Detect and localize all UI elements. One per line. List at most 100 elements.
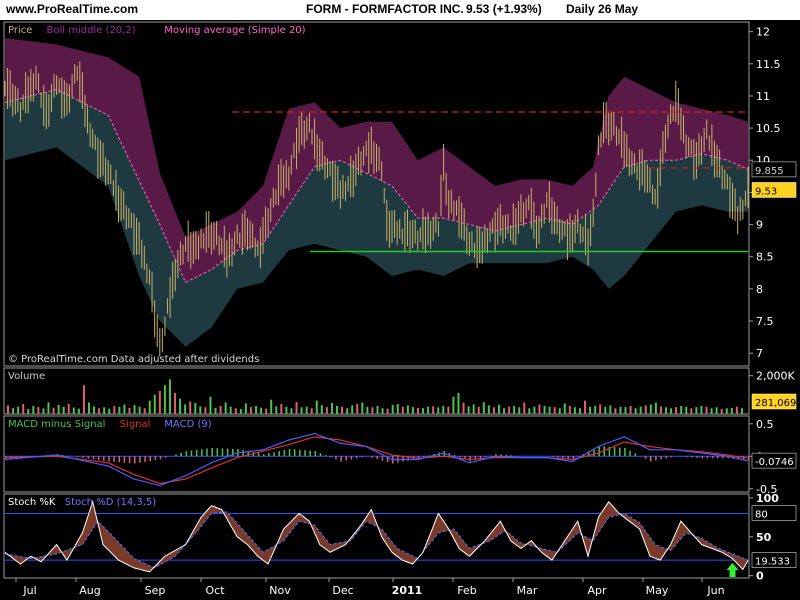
volume-bar: [336, 405, 339, 414]
macd-histogram-bar: [195, 449, 198, 457]
volume-bar: [609, 405, 612, 414]
volume-bar: [503, 408, 506, 414]
volume-bar: [482, 402, 485, 414]
macd-last-value: -0.0746: [755, 457, 794, 468]
volume-bar: [578, 408, 581, 414]
price-change: 9.53 (+1.93%): [466, 2, 542, 16]
macd-histogram-bar: [598, 445, 600, 457]
macd-histogram-bar: [159, 456, 162, 460]
macd-histogram-bar: [624, 447, 626, 457]
volume-legend-0: Volume: [8, 371, 45, 382]
price-ytick-label: 12: [756, 26, 770, 39]
volume-bars: [7, 379, 743, 414]
macd-histogram-bar: [164, 456, 167, 458]
volume-bar: [42, 408, 45, 414]
macd-histogram-bar: [309, 450, 311, 457]
macd-ytick-label: 0.5: [756, 418, 774, 431]
volume-bar: [204, 407, 207, 414]
macd-histogram-bar: [711, 456, 714, 459]
volume-bar: [594, 405, 597, 414]
x-axis-label: Dec: [332, 584, 353, 597]
volume-bar: [133, 405, 136, 414]
macd-histogram-bar: [293, 449, 296, 457]
volume-bar: [386, 408, 389, 414]
volume-bar: [57, 404, 60, 414]
volume-bar: [396, 404, 399, 414]
volume-bar: [103, 407, 106, 414]
last-price-label: 9.53: [755, 186, 777, 197]
volume-bar: [67, 404, 70, 414]
macd-histogram-bar: [355, 456, 358, 459]
volume-bar: [447, 406, 450, 414]
volume-bar: [406, 405, 409, 414]
title-bar: www.ProRealTime.com FORM - FORMFACTOR IN…: [0, 0, 800, 20]
volume-bar: [32, 405, 35, 414]
volume-bar: [77, 408, 80, 414]
volume-bar: [710, 408, 713, 414]
volume-bar: [224, 402, 227, 414]
volume-bar: [730, 407, 733, 414]
macd-histogram-bar: [706, 456, 709, 459]
macd-histogram-bar: [288, 448, 291, 457]
macd-histogram-bar: [510, 455, 513, 457]
macd-histogram-bar: [133, 456, 136, 464]
macd-histogram-bar: [175, 454, 177, 457]
macd-histogram-bar: [304, 450, 306, 457]
watermark: © ProRealTime.com Data adjusted after di…: [8, 354, 259, 365]
volume-bar: [37, 407, 40, 414]
volume-bar: [123, 404, 126, 414]
macd-histogram-bar: [490, 455, 492, 457]
chart-canvas[interactable]: 1211.51110.5109.598.587.579.8559.53Price…: [0, 20, 800, 600]
macd-histogram-bar: [330, 456, 332, 458]
volume-bar: [7, 405, 9, 414]
volume-bar: [492, 407, 495, 414]
volume-bar: [229, 406, 232, 414]
macd-histogram-bar: [644, 456, 647, 459]
macd-histogram-bar: [634, 453, 636, 457]
site-name[interactable]: www.ProRealTime.com: [6, 2, 138, 16]
volume-bar: [690, 408, 693, 414]
stoch-ytick-label: 0: [756, 570, 764, 583]
macd-histogram-bar: [319, 453, 322, 457]
stoch-d-line: [4, 511, 749, 569]
volume-bar: [47, 402, 50, 414]
macd-histogram-bar: [123, 456, 126, 463]
stoch-ytick-label: 100: [756, 492, 779, 505]
volume-bar: [22, 404, 25, 414]
volume-bar: [432, 406, 435, 414]
macd-histogram-bar: [459, 456, 461, 458]
macd-histogram-bar: [670, 456, 673, 458]
price-ytick-label: 10.5: [756, 122, 781, 135]
macd-histogram-bar: [629, 450, 631, 457]
x-axis-label: Jun: [706, 584, 724, 597]
volume-bar: [310, 408, 313, 414]
macd-histogram-bar: [350, 456, 353, 460]
stoch-legend-1: Stoch %D (14,3,5): [65, 497, 156, 508]
volume-bar: [477, 406, 480, 414]
volume-bar: [143, 408, 146, 414]
volume-bar: [624, 407, 627, 414]
volume-bar: [255, 405, 258, 414]
price-ytick-label: 7.5: [756, 315, 774, 328]
x-axis-label: Sep: [145, 584, 166, 597]
volume-bar: [72, 407, 75, 414]
volume-bar: [315, 400, 318, 414]
price-ytick-label: 7: [756, 347, 763, 360]
macd-histogram-bar: [484, 456, 487, 458]
macd-histogram-bar: [649, 456, 652, 462]
macd-histogram-bar: [87, 456, 90, 459]
macd-histogram-bar: [402, 456, 404, 462]
macd-histogram-bar: [66, 455, 69, 457]
volume-bar: [599, 404, 602, 414]
volume-bar: [214, 407, 217, 414]
volume-bar: [467, 406, 470, 414]
volume-bar: [695, 407, 698, 414]
volume-bar: [629, 405, 632, 414]
volume-bar: [644, 405, 647, 414]
macd-histogram-bar: [505, 455, 507, 457]
macd-histogram-bar: [345, 456, 348, 461]
volume-bar: [27, 409, 30, 414]
stoch-ytick-label: 50: [756, 531, 772, 544]
macd-histogram-bar: [97, 456, 100, 461]
macd-histogram-bar: [108, 456, 110, 462]
